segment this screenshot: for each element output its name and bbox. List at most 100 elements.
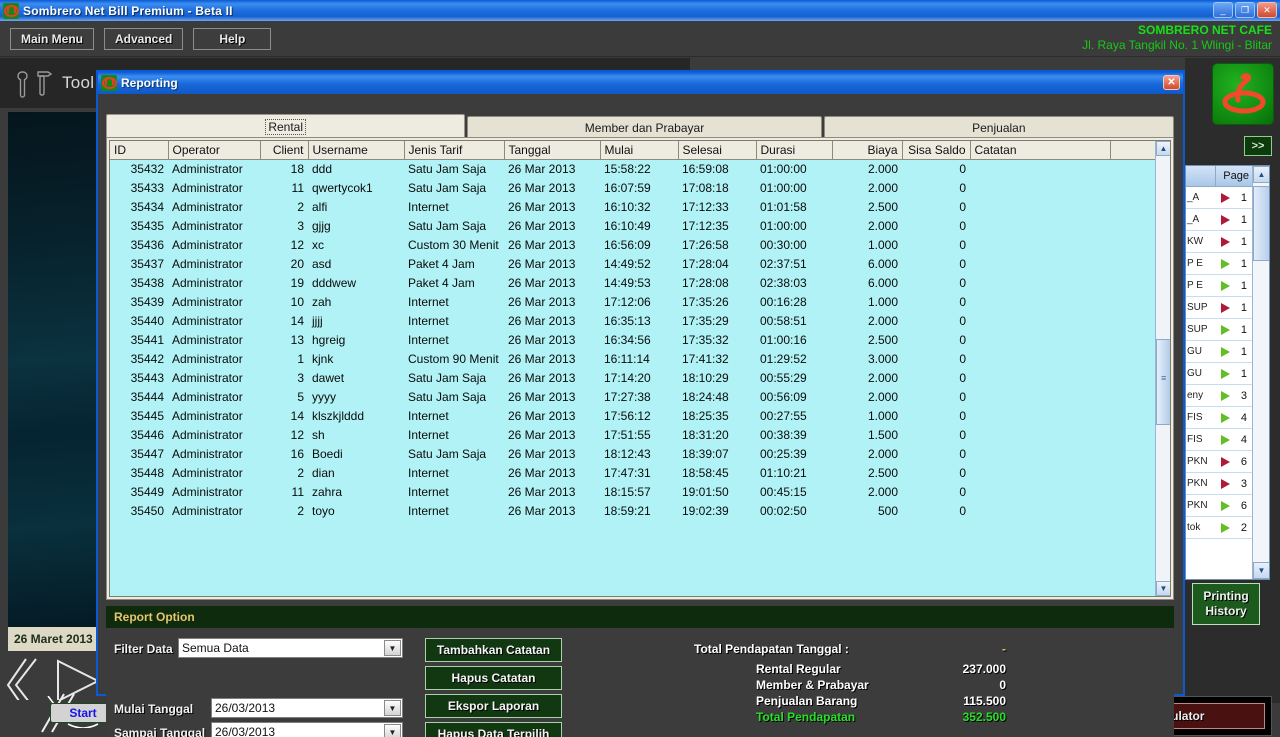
table-cell: 17:26:58 [678,235,756,255]
table-row[interactable]: 35448 Administrator 2 dian Internet 26 Mar 20… [110,463,1155,483]
hapus-data-terpilih-button[interactable]: Hapus Data Terpilih [425,722,562,737]
table-row[interactable]: 35441 Administrator 13 hgreig Internet 26 Mar… [110,330,1155,350]
table-cell: 19 [260,273,308,293]
advanced-button[interactable]: Advanced [104,27,184,50]
column-header-blank[interactable] [1110,141,1156,160]
table-cell [1110,216,1155,236]
grid-scroll-up-icon[interactable]: ▲ [1156,141,1170,156]
table-cell [1110,387,1155,407]
column-header-operator[interactable]: Operator [168,141,261,160]
table-row[interactable]: 35440 Administrator 14 jjjj Internet 26 Mar 2… [110,311,1155,331]
table-cell [1110,444,1155,464]
table-row[interactable]: 35435 Administrator 3 gjjg Satu Jam Saja 26 M… [110,216,1155,236]
ekspor-laporan-button[interactable]: Ekspor Laporan [425,694,562,718]
summary-title-value: - [1002,642,1006,656]
table-row[interactable]: 35444 Administrator 5 yyyy Satu Jam Saja 26 M… [110,387,1155,407]
column-header-selesai[interactable]: Selesai [678,141,757,160]
column-header-sisa-saldo[interactable]: Sisa Saldo [902,141,971,160]
table-cell: Satu Jam Saja [404,368,504,388]
side-data-list[interactable]: Page _A 1 _A 1 KW 1 P E1P E 1 SUP 1 SUP 1 GU 1 GU 1 eny 3… [1185,165,1270,580]
column-header-durasi[interactable]: Durasi [756,141,833,160]
table-row[interactable]: 35442 Administrator 1 kjnk Custom 90 Menit 26… [110,349,1155,369]
main-menu-button[interactable]: Main Menu [10,27,94,50]
table-row[interactable]: 35439 Administrator 10 zah Internet 26 Mar 20… [110,292,1155,312]
hapus-catatan-button[interactable]: Hapus Catatan [425,666,562,690]
mulai-tanggal-picker[interactable]: 26/03/2013 ▼ [211,698,403,718]
table-cell: 500 [832,501,902,521]
dialog-close-button[interactable]: ✕ [1163,75,1180,90]
scrollbar-thumb[interactable] [1253,186,1269,261]
column-header-client[interactable]: Client [260,141,309,160]
printing-history-button[interactable]: Printing History [1192,583,1260,625]
table-cell: 14 [260,406,308,426]
grid-scroll-down-icon[interactable]: ▼ [1156,581,1170,596]
restore-button[interactable]: ❐ [1235,2,1255,18]
table-cell: 20 [260,254,308,274]
table-cell [970,235,1110,255]
table-row[interactable]: 35445 Administrator 14 klszkjlddd Internet 26… [110,406,1155,426]
table-cell: 00:38:39 [756,425,832,445]
table-cell: 35444 [110,387,168,407]
table-cell: 26 Mar 2013 [504,406,600,426]
red-flag-icon [1214,478,1236,489]
dialog-app-icon [101,75,117,91]
side-list-scrollbar[interactable]: ▲ ▼ [1252,166,1269,579]
chevron-down-icon[interactable]: ▼ [384,640,401,656]
column-header-catatan[interactable]: Catatan [970,141,1111,160]
table-row[interactable]: 35433 Administrator 11 qwertycok1 Satu Jam S… [110,178,1155,198]
data-grid[interactable]: ID Operator Client Username Jenis Tarif Tangg… [109,140,1171,597]
green-flag-icon [1214,280,1236,291]
column-header-jenis-tarif[interactable]: Jenis Tarif [404,141,505,160]
table-row[interactable]: 35438 Administrator 19 dddwew Paket 4 Jam 26 … [110,273,1155,293]
column-header-biaya[interactable]: Biaya [832,141,903,160]
close-button[interactable]: ✕ [1257,2,1277,18]
table-cell [970,444,1110,464]
table-row[interactable]: 35434 Administrator 2 alfi Internet 26 Mar 20… [110,197,1155,217]
column-header-tanggal[interactable]: Tanggal [504,141,601,160]
table-row[interactable]: 35432 Administrator 18 ddd Satu Jam Saja 26 M… [110,159,1155,179]
tab-penjualan[interactable]: Penjualan [823,116,1174,138]
table-cell: 17:41:32 [678,349,756,369]
list-item-label: KW [1187,236,1204,247]
table-row[interactable]: 35447 Administrator 16 Boedi Satu Jam Saja 26… [110,444,1155,464]
table-cell: Satu Jam Saja [404,159,504,179]
table-cell: 12 [260,235,308,255]
table-row[interactable]: 35449 Administrator 11 zahra Internet 26 Mar … [110,482,1155,502]
expand-panel-button[interactable]: >> [1244,136,1272,156]
table-row[interactable]: 35436 Administrator 12 xc Custom 30 Menit 26 … [110,235,1155,255]
table-cell: 12 [260,425,308,445]
minimize-button[interactable]: _ [1213,2,1233,18]
scroll-down-icon[interactable]: ▼ [1253,562,1269,579]
chevron-down-icon[interactable]: ▼ [384,700,401,716]
sampai-tanggal-picker[interactable]: 26/03/2013 ▼ [211,722,403,737]
table-row[interactable]: 35450 Administrator 2 toyo Internet 26 Mar 20… [110,501,1155,521]
table-cell: 16:35:13 [600,311,678,331]
grid-scrollbar-thumb[interactable] [1156,339,1170,425]
grid-scrollbar[interactable]: ▲ ▼ [1155,141,1170,596]
side-list-header-col1 [1186,166,1216,186]
table-cell: Internet [404,330,504,350]
table-cell: 35450 [110,501,168,521]
table-cell: 35432 [110,159,168,179]
column-header-mulai[interactable]: Mulai [600,141,679,160]
column-header-username[interactable]: Username [308,141,405,160]
help-button[interactable]: Help [193,27,272,50]
column-header-id[interactable]: ID [110,141,169,160]
table-cell: 35438 [110,273,168,293]
tambahkan-catatan-button[interactable]: Tambahkan Catatan [425,638,562,662]
table-cell: 26 Mar 2013 [504,387,600,407]
chevron-down-icon[interactable]: ▼ [384,724,401,737]
scroll-up-icon[interactable]: ▲ [1253,166,1269,183]
filter-data-select[interactable]: Semua Data ▼ [178,638,403,658]
tab-rental[interactable]: Rental [106,114,466,138]
table-cell: 19:01:50 [678,482,756,502]
table-cell: 17:27:38 [600,387,678,407]
printing-history-line1: Printing [1203,589,1249,603]
rental-table: ID Operator Client Username Jenis Tarif Tangg… [110,141,1156,521]
table-row[interactable]: 35443 Administrator 3 dawet Satu Jam Saja 26 … [110,368,1155,388]
table-cell: 17:51:55 [600,425,678,445]
table-cell: 2 [260,463,308,483]
table-row[interactable]: 35437 Administrator 20 asd Paket 4 Jam 26 Mar… [110,254,1155,274]
table-row[interactable]: 35446 Administrator 12 sh Internet 26 Mar 201… [110,425,1155,445]
tab-member-dan-prabayar[interactable]: Member dan Prabayar [467,116,822,138]
